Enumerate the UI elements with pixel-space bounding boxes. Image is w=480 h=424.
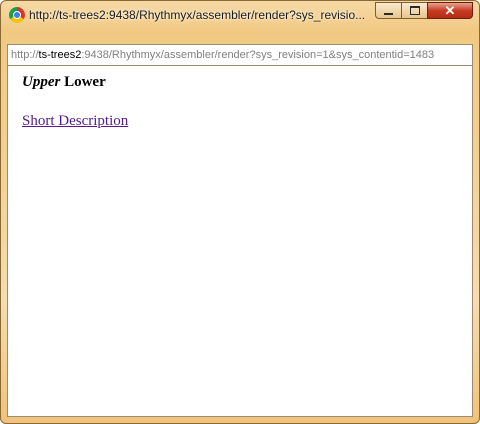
- close-button[interactable]: ✕: [427, 2, 473, 19]
- browser-popup-window: http://ts-trees2:9438/Rhythmyx/assembler…: [0, 0, 480, 424]
- maximize-button[interactable]: [401, 2, 427, 19]
- maximize-icon: [409, 6, 420, 15]
- heading-rest: Lower: [60, 74, 106, 90]
- chrome-icon: [9, 7, 25, 23]
- url-scheme: http://: [11, 49, 39, 61]
- window-controls: ✕: [375, 2, 473, 21]
- close-icon: ✕: [444, 2, 456, 18]
- address-bar[interactable]: http://ts-trees2:9438/Rhythmyx/assembler…: [7, 44, 473, 66]
- minimize-icon: [384, 12, 393, 15]
- window-title: http://ts-trees2:9438/Rhythmyx/assembler…: [29, 8, 366, 22]
- heading-italic-word: Upper: [22, 74, 61, 90]
- page-content: Upper Lower Short Description: [7, 66, 473, 417]
- url-rest: :9438/Rhythmyx/assembler/render?sys_revi…: [81, 49, 435, 61]
- short-description-link[interactable]: Short Description: [22, 113, 128, 130]
- url-host: ts-trees2: [38, 49, 82, 61]
- page-heading: Upper Lower: [22, 74, 106, 91]
- title-bar[interactable]: http://ts-trees2:9438/Rhythmyx/assembler…: [1, 1, 479, 29]
- minimize-button[interactable]: [375, 2, 401, 19]
